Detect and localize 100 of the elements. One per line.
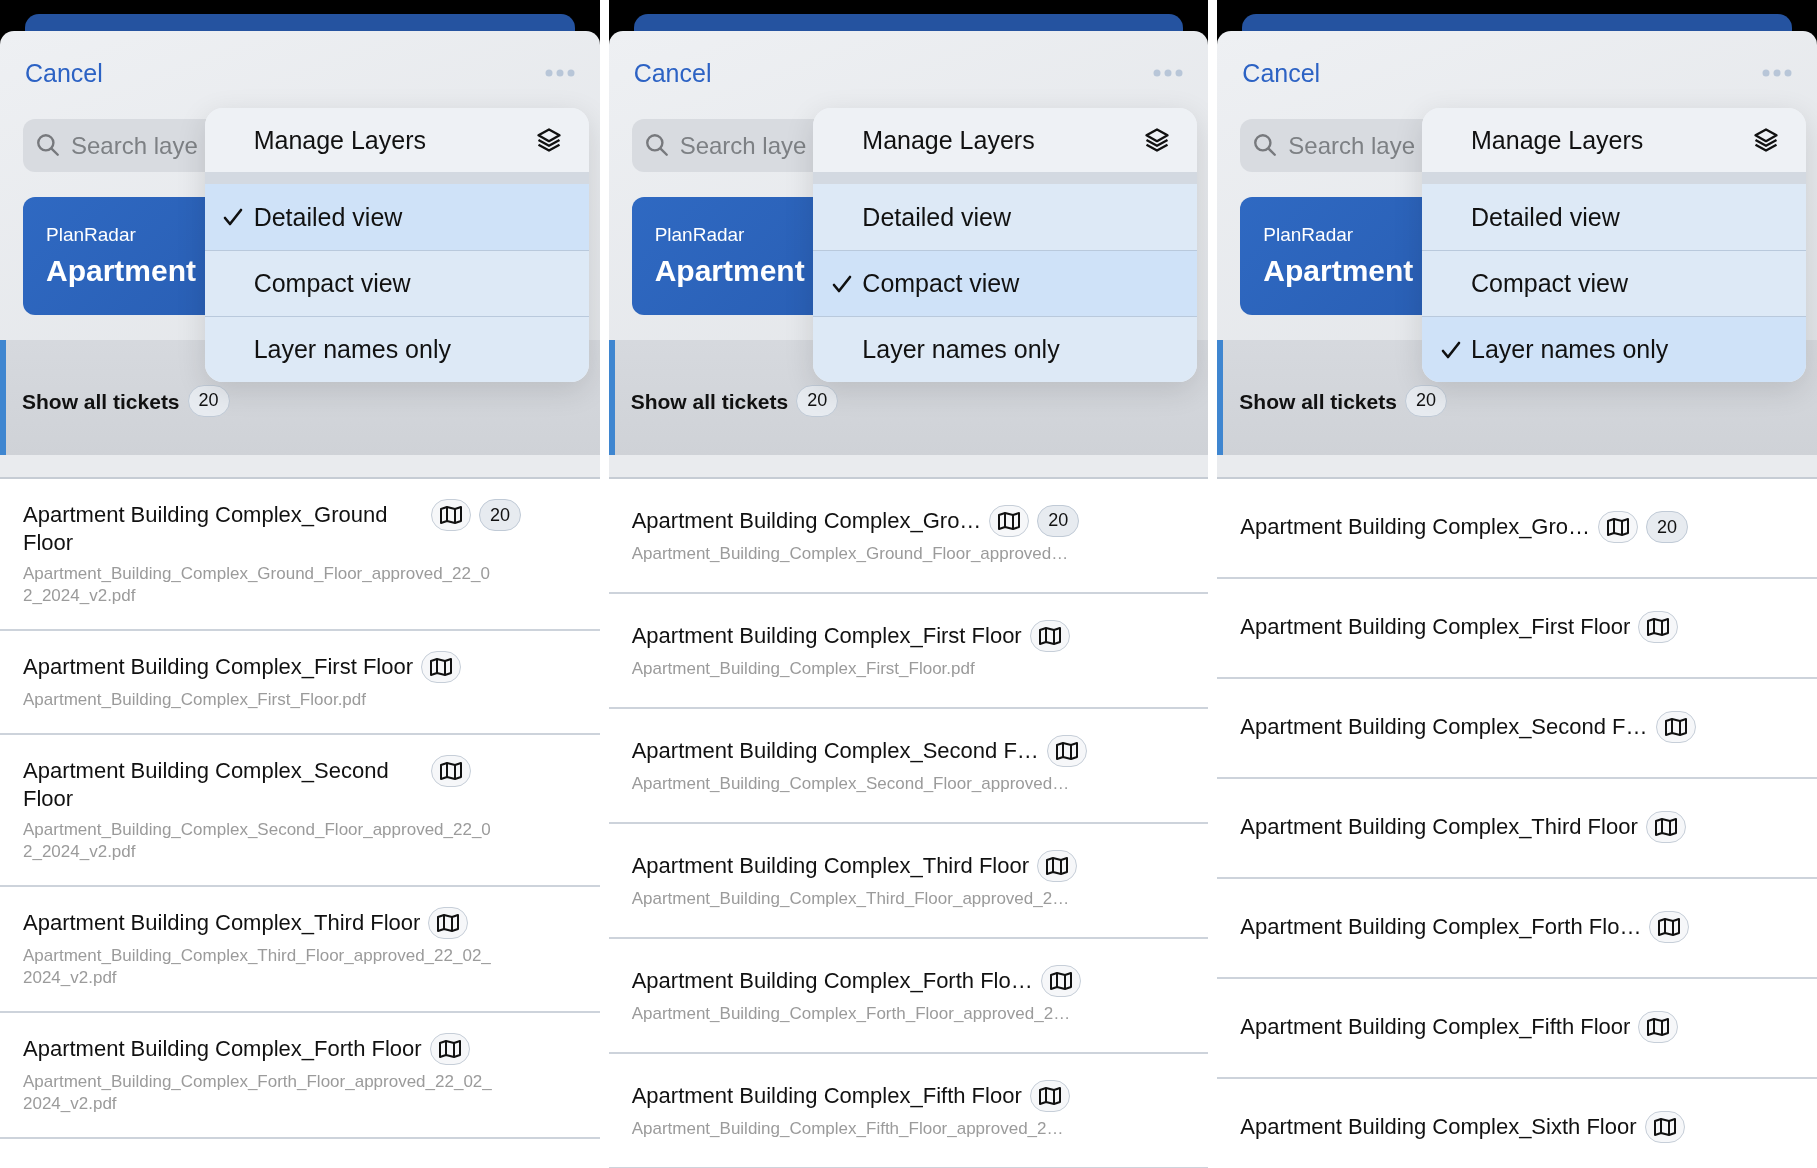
- layer-title: Apartment Building Complex_Gro…: [631, 506, 982, 535]
- layer-title: Apartment Building Complex_Second F…: [1240, 713, 1648, 741]
- layer-row[interactable]: Apartment Building Complex_Gro… 20: [1217, 479, 1817, 579]
- layers-icon: [1752, 126, 1780, 154]
- company-label: PlanRadar: [46, 224, 136, 246]
- menu-option[interactable]: Compact view: [813, 250, 1198, 316]
- layer-row[interactable]: Apartment Building Complex_Forth Floor Apartment_Building_Complex_Forth_Floor_approved_22_02_2024_v2.pdf: [0, 1013, 600, 1139]
- layer-row[interactable]: Apartment Building Complex_First Floor Apartment_Building_Complex_First_Floor.pdf: [608, 594, 1209, 709]
- layer-row[interactable]: Apartment Building Complex_Second F…: [1217, 679, 1817, 779]
- file-name: Apartment_Building_Complex_Ground_Floor_approved…: [631, 542, 1070, 565]
- file-name: Apartment_Building_Complex_Ground_Floor_approved_22_02_2024_v2.pdf: [23, 563, 491, 607]
- layer-row[interactable]: Apartment Building Complex_Third Floor: [1217, 779, 1817, 879]
- menu-option[interactable]: Compact view: [1422, 250, 1806, 316]
- file-name: Apartment_Building_Complex_Forth_Floor_approved_2…: [631, 1002, 1072, 1025]
- cancel-button[interactable]: Cancel: [1242, 58, 1321, 88]
- layer-title: Apartment Building Complex_Second F…: [631, 736, 1039, 765]
- layer-row[interactable]: Apartment Building Complex_First Floor: [1217, 579, 1817, 679]
- menu-option[interactable]: Layer names only: [204, 316, 589, 382]
- menu-option[interactable]: Detailed view: [204, 184, 589, 250]
- project-name: Apartment: [1263, 254, 1414, 288]
- project-name: Apartment: [654, 254, 805, 288]
- map-icon: [429, 657, 454, 677]
- count-badge: 20: [796, 384, 839, 417]
- map-icon: [436, 913, 461, 933]
- file-name: Apartment_Building_Complex_Third_Floor_approved_2…: [631, 887, 1071, 910]
- map-icon: [1037, 1085, 1062, 1106]
- file-name: Apartment_Building_Complex_Forth_Floor_approved_22_02_2024_v2.pdf: [23, 1071, 493, 1115]
- file-name: Apartment_Building_Complex_Fifth_Floor_approved_2…: [631, 1117, 1065, 1140]
- map-icon: [1646, 617, 1671, 637]
- file-name: Apartment_Building_Complex_First_Floor.pdf: [23, 689, 367, 711]
- map-icon: [1663, 717, 1688, 737]
- menu-option[interactable]: Layer names only: [1422, 316, 1806, 382]
- manage-layers-item[interactable]: Manage Layers: [1422, 108, 1806, 172]
- company-label: PlanRadar: [654, 224, 745, 246]
- search-icon: [1252, 132, 1279, 158]
- cancel-button[interactable]: Cancel: [633, 58, 712, 88]
- layer-title: Apartment Building Complex_First Floor: [23, 653, 414, 681]
- more-icon[interactable]: [1762, 69, 1792, 77]
- check-icon: [831, 273, 852, 294]
- layer-row[interactable]: Apartment Building Complex_Fifth Floor Apartment_Building_Complex_Fifth_Floor_approved_2…: [608, 1054, 1209, 1168]
- map-icon: [1657, 917, 1682, 937]
- layer-row[interactable]: Apartment Building Complex_Second F… Apartment_Building_Complex_Second_Floor_approved…: [608, 709, 1209, 824]
- tickets-label: Show all tickets: [1239, 389, 1397, 414]
- check-icon: [1440, 339, 1461, 360]
- layer-row[interactable]: Apartment Building Complex_Sixth Floor: [1217, 1079, 1817, 1168]
- search-icon: [35, 132, 61, 158]
- tickets-label: Show all tickets: [22, 389, 180, 414]
- menu-option[interactable]: Detailed view: [813, 184, 1198, 250]
- count-badge: 20: [1404, 384, 1447, 417]
- layer-row[interactable]: Apartment Building Complex_Third Floor Apartment_Building_Complex_Third_Floor_approved_22_02_2024_v2.pdf: [0, 887, 600, 1013]
- map-icon: [439, 761, 463, 781]
- count-badge: 20: [479, 499, 521, 531]
- layer-title: Apartment Building Complex_Fifth Floor: [631, 1081, 1022, 1110]
- menu-option[interactable]: Compact view: [204, 250, 589, 316]
- manage-layers-item[interactable]: Manage Layers: [813, 108, 1198, 172]
- cancel-button[interactable]: Cancel: [25, 58, 103, 88]
- map-icon: [1037, 625, 1062, 646]
- layer-title: Apartment Building Complex_Ground Floor: [23, 501, 389, 557]
- tickets-label: Show all tickets: [630, 389, 789, 414]
- layer-title: Apartment Building Complex_Forth Flo…: [1240, 913, 1642, 941]
- more-icon[interactable]: [544, 69, 575, 77]
- menu-option[interactable]: Layer names only: [813, 316, 1198, 382]
- layer-row[interactable]: Apartment Building Complex_First Floor Apartment_Building_Complex_First_Floor.pdf: [0, 631, 600, 735]
- layers-icon: [534, 126, 563, 154]
- layer-title: Apartment Building Complex_First Floor: [631, 621, 1022, 650]
- layer-title: Apartment Building Complex_Third Floor: [23, 909, 421, 937]
- count-badge: 20: [1037, 504, 1080, 537]
- layer-row[interactable]: Apartment Building Complex_Third Floor Apartment_Building_Complex_Third_Floor_approved_2…: [608, 824, 1209, 939]
- map-icon: [1653, 817, 1678, 837]
- map-icon: [1048, 970, 1073, 991]
- layer-row[interactable]: Apartment Building Complex_Second Floor Apartment_Building_Complex_Second_Floor_approved_22_02_2024_v2.pdf: [0, 735, 600, 887]
- count-badge: 20: [1646, 511, 1689, 543]
- map-icon: [1045, 855, 1070, 876]
- manage-layers-item[interactable]: Manage Layers: [204, 108, 589, 172]
- map-icon: [439, 505, 463, 525]
- layer-row[interactable]: Apartment Building Complex_Fifth Floor: [1217, 979, 1817, 1079]
- layer-row[interactable]: Apartment Building Complex_Forth Flo…: [1217, 879, 1817, 979]
- layers-icon: [1143, 126, 1172, 154]
- file-name: Apartment_Building_Complex_Second_Floor_approved…: [631, 772, 1071, 795]
- layer-title: Apartment Building Complex_Forth Flo…: [631, 966, 1033, 995]
- search-icon: [643, 132, 670, 158]
- layer-title: Apartment Building Complex_Fifth Floor: [1240, 1013, 1631, 1041]
- layer-row[interactable]: Apartment Building Complex_Ground Floor 20 Apartment_Building_Complex_Ground_Floor_approved_22_02_2024_v2.pdf: [0, 479, 600, 631]
- count-badge: 20: [187, 384, 230, 417]
- layer-row[interactable]: Apartment Building Complex_Gro… 20 Apartment_Building_Complex_Ground_Floor_approved…: [608, 479, 1209, 594]
- layer-title: Apartment Building Complex_Gro…: [1240, 513, 1591, 541]
- file-name: Apartment_Building_Complex_First_Floor.pdf: [631, 657, 976, 680]
- project-name: Apartment: [46, 254, 196, 288]
- map-icon: [437, 1039, 462, 1059]
- menu-option[interactable]: Detailed view: [1422, 184, 1806, 250]
- map-icon: [1652, 1117, 1677, 1137]
- file-name: Apartment_Building_Complex_Second_Floor_approved_22_02_2024_v2.pdf: [23, 819, 492, 863]
- map-icon: [997, 510, 1022, 531]
- layer-row[interactable]: Apartment Building Complex_Forth Flo… Apartment_Building_Complex_Forth_Floor_approved_2…: [608, 939, 1209, 1054]
- more-icon[interactable]: [1153, 69, 1184, 77]
- layer-title: Apartment Building Complex_First Floor: [1240, 613, 1631, 641]
- layer-title: Apartment Building Complex_Forth Floor: [23, 1035, 422, 1063]
- map-icon: [1054, 740, 1079, 761]
- layer-title: Apartment Building Complex_Sixth Floor: [1240, 1113, 1637, 1141]
- map-icon: [1646, 1017, 1671, 1037]
